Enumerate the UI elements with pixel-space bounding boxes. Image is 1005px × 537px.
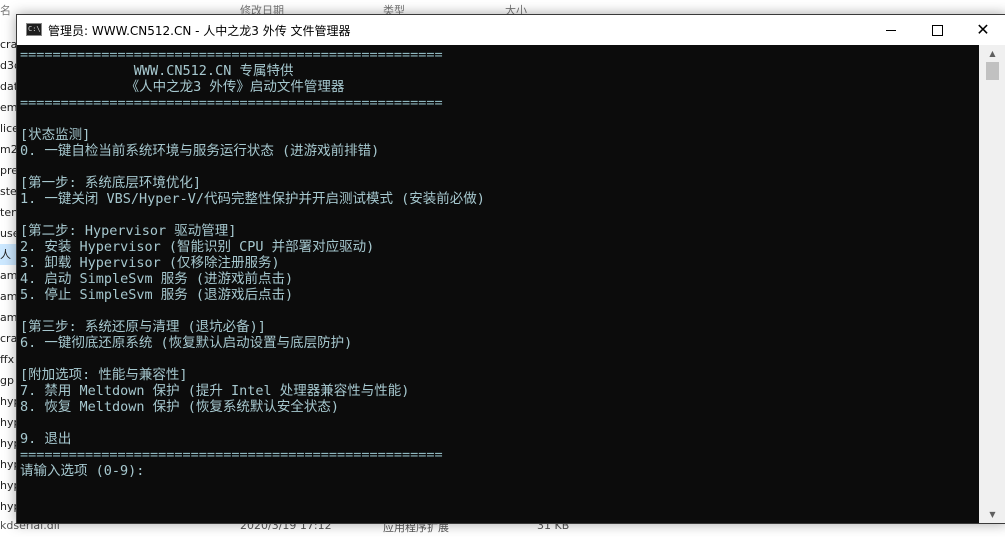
vertical-scrollbar[interactable]: ▲ ▼ (979, 45, 1005, 523)
console-line: 请输入选项 (0-9): (20, 463, 145, 479)
minimize-icon (886, 29, 896, 31)
console-line: 《人中之龙3 外传》启动文件管理器 (20, 79, 345, 95)
explorer-file-item[interactable]: am (0, 286, 16, 307)
console-app-icon: C:\ (26, 23, 42, 36)
explorer-file-item[interactable]: dat (0, 76, 16, 97)
console-separator-line: ========================================… (20, 447, 443, 463)
console-window[interactable]: C:\ 管理员: WWW.CN512.CN - 人中之龙3 外传 文件管理器 ✕… (16, 14, 1005, 524)
scroll-thumb[interactable] (986, 62, 999, 80)
explorer-file-item[interactable]: cra (0, 34, 16, 55)
explorer-file-item[interactable]: d3d (0, 55, 16, 76)
close-button[interactable]: ✕ (960, 15, 1005, 45)
explorer-file-item[interactable]: lice (0, 118, 16, 139)
console-output[interactable]: ========================================… (17, 45, 979, 523)
explorer-file-item[interactable]: hyp (0, 475, 16, 496)
console-line: [第二步: Hypervisor 驱动管理] (20, 223, 237, 239)
scroll-down-arrow-icon[interactable]: ▼ (979, 506, 1005, 523)
console-line: 2. 安装 Hypervisor (智能识别 CPU 并部署对应驱动) (20, 239, 375, 255)
console-line: 4. 启动 SimpleSvm 服务 (进游戏前点击) (20, 271, 294, 287)
console-line: 6. 一键彻底还原系统 (恢复默认启动设置与底层防护) (20, 335, 353, 351)
explorer-file-item[interactable]: pre (0, 160, 16, 181)
maximize-icon (931, 24, 943, 36)
explorer-file-list: crad3ddatemlicem2prestetenuse人amamamcraf… (0, 34, 16, 517)
explorer-file-item[interactable]: ffx (0, 349, 16, 370)
console-line: [第一步: 系统底层环境优化] (20, 175, 202, 191)
close-icon: ✕ (976, 20, 990, 39)
explorer-file-item[interactable]: 人 (0, 244, 16, 265)
console-line: 1. 一键关闭 VBS/Hyper-V/代码完整性保护并开启测试模式 (安装前必… (20, 191, 485, 207)
explorer-file-item[interactable]: em (0, 97, 16, 118)
column-name[interactable]: 名 (0, 2, 11, 18)
console-line: 9. 退出 (20, 431, 72, 447)
console-separator-line: ========================================… (20, 95, 443, 111)
scroll-up-arrow-icon[interactable]: ▲ (979, 45, 1005, 62)
explorer-file-item[interactable]: am (0, 265, 16, 286)
explorer-file-item[interactable]: hyp (0, 496, 16, 517)
explorer-file-item[interactable]: hyp (0, 433, 16, 454)
title-bar[interactable]: C:\ 管理员: WWW.CN512.CN - 人中之龙3 外传 文件管理器 ✕ (17, 15, 1005, 45)
minimize-button[interactable] (868, 15, 914, 45)
console-line: [第三步: 系统还原与清理 (退坑必备)] (20, 319, 266, 335)
explorer-file-item[interactable]: hyp (0, 454, 16, 475)
console-line: WWW.CN512.CN 专属特供 (20, 63, 294, 79)
maximize-button[interactable] (914, 15, 960, 45)
console-separator-line: ========================================… (20, 47, 443, 63)
console-line: 3. 卸载 Hypervisor (仅移除注册服务) (20, 255, 280, 271)
explorer-file-item[interactable]: ten (0, 202, 16, 223)
explorer-file-item[interactable]: m2 (0, 139, 16, 160)
explorer-file-item[interactable]: ste (0, 181, 16, 202)
console-line: [附加选项: 性能与兼容性] (20, 367, 188, 383)
console-line: 8. 恢复 Meltdown 保护 (恢复系统默认安全状态) (20, 399, 340, 415)
explorer-file-item[interactable]: cra (0, 328, 16, 349)
explorer-file-item[interactable]: hyp (0, 412, 16, 433)
console-line: 7. 禁用 Meltdown 保护 (提升 Intel 处理器兼容性与性能) (20, 383, 410, 399)
explorer-file-item[interactable]: hyp (0, 391, 16, 412)
explorer-file-item[interactable]: use (0, 223, 16, 244)
console-line: [状态监测] (20, 127, 91, 143)
window-title: 管理员: WWW.CN512.CN - 人中之龙3 外传 文件管理器 (48, 24, 351, 38)
console-line: 0. 一键自检当前系统环境与服务运行状态 (进游戏前排错) (20, 143, 380, 159)
console-line: 5. 停止 SimpleSvm 服务 (退游戏后点击) (20, 287, 294, 303)
explorer-file-item[interactable]: gp (0, 370, 16, 391)
explorer-file-item[interactable]: am (0, 307, 16, 328)
